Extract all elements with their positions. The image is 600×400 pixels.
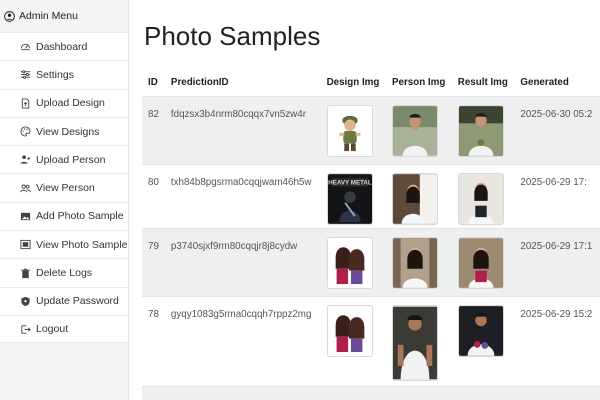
result-image[interactable]	[457, 236, 504, 289]
sidebar-item-label: Upload Design	[36, 97, 105, 110]
sidebar-item-delete-logs[interactable]: Delete Logs	[0, 258, 128, 287]
sidebar-item-view-photo-sample[interactable]: View Photo Sample	[0, 230, 128, 259]
file-upload-icon	[20, 98, 31, 109]
result-image[interactable]	[457, 304, 504, 357]
sidebar-item-dashboard[interactable]: Dashboard	[0, 32, 128, 61]
sidebar-item-label: View Designs	[36, 125, 100, 138]
sidebar: Admin Menu Dashboard Settings Upload Des…	[0, 0, 129, 400]
sidebar-item-label: View Person	[36, 182, 95, 195]
sidebar-header-label: Admin Menu	[19, 10, 78, 22]
dashboard-icon	[20, 41, 31, 52]
cell-id: 82	[148, 108, 159, 120]
cell-id: 78	[148, 308, 159, 320]
sidebar-header: Admin Menu	[0, 0, 128, 32]
page-title: Photo Samples	[144, 21, 321, 51]
cell-id: 80	[148, 176, 159, 188]
table-row: 78 gyqy1083g5rma0cqqh7rppz2mg 2025-06-29…	[142, 296, 600, 386]
sliders-icon	[20, 69, 31, 80]
design-image[interactable]	[326, 304, 373, 357]
result-image[interactable]	[457, 104, 504, 157]
sidebar-item-upload-person[interactable]: Upload Person	[0, 145, 128, 174]
table-header-row: ID PredictionID Design Img Person Img Re…	[142, 70, 600, 97]
table-row	[142, 386, 600, 400]
table-row: 79 p3740sjxf9rm80cqqjr8j8cydw 2025-06-29…	[142, 228, 600, 296]
person-image[interactable]	[391, 236, 438, 289]
column-header-generated: Generated	[514, 70, 600, 97]
column-header-id: ID	[142, 70, 165, 97]
image-add-icon	[20, 211, 31, 222]
column-header-result-img: Result Img	[451, 70, 515, 97]
table-row: 80 txh84b8pgsrma0cqqjwam46h5w HEAVY META…	[142, 164, 600, 228]
logout-icon	[20, 324, 31, 335]
sidebar-item-logout[interactable]: Logout	[0, 314, 128, 344]
sidebar-item-upload-design[interactable]: Upload Design	[0, 88, 128, 117]
sidebar-item-label: Delete Logs	[36, 267, 93, 280]
sidebar-item-label: Update Password	[36, 295, 119, 308]
image-view-icon	[20, 239, 31, 250]
sidebar-item-view-person[interactable]: View Person	[0, 173, 128, 202]
design-image[interactable]	[326, 104, 373, 157]
person-image[interactable]	[391, 104, 438, 157]
user-circle-icon	[4, 10, 15, 22]
person-image[interactable]	[391, 172, 438, 225]
column-header-design-img: Design Img	[320, 70, 386, 97]
cell-id: 79	[148, 240, 159, 252]
column-header-person-img: Person Img	[385, 70, 452, 97]
cell-generated: 2025-06-29 17:1	[520, 240, 593, 252]
sidebar-item-label: Logout	[36, 323, 69, 336]
cell-prediction-id: p3740sjxf9rm80cqqjr8j8cydw	[170, 240, 298, 252]
photo-samples-table: ID PredictionID Design Img Person Img Re…	[142, 70, 600, 400]
cell-generated: 2025-06-29 17:	[520, 176, 587, 188]
sidebar-item-settings[interactable]: Settings	[0, 60, 128, 89]
sidebar-item-add-photo-sample[interactable]: Add Photo Sample	[0, 201, 128, 231]
palette-icon	[20, 126, 31, 137]
sidebar-item-label: Settings	[36, 68, 74, 81]
cell-generated: 2025-06-30 05:2	[520, 108, 593, 120]
sidebar-item-label: Dashboard	[36, 40, 88, 53]
table-row: 82 fdqzsx3b4nrm80cqqx7vn5zw4r 2025-06-30…	[142, 96, 600, 164]
cell-generated: 2025-06-29 15:2	[520, 308, 593, 320]
design-image[interactable]: HEAVY METAL	[326, 172, 373, 225]
sidebar-item-update-password[interactable]: Update Password	[0, 286, 128, 315]
cell-prediction-id: gyqy1083g5rma0cqqh7rppz2mg	[170, 308, 312, 320]
result-image[interactable]	[457, 172, 504, 225]
sidebar-item-label: Add Photo Sample	[36, 210, 124, 223]
sidebar-item-view-designs[interactable]: View Designs	[0, 116, 128, 146]
column-header-prediction-id: PredictionID	[164, 70, 321, 97]
cell-prediction-id: txh84b8pgsrma0cqqjwam46h5w	[170, 176, 312, 188]
people-icon	[20, 183, 31, 194]
shield-icon	[20, 296, 31, 307]
sidebar-item-label: Upload Person	[36, 153, 106, 166]
main-content: Photo Samples ID PredictionID Design Img…	[130, 0, 600, 400]
trash-icon	[20, 268, 31, 279]
person-image[interactable]	[391, 304, 438, 381]
design-image[interactable]	[326, 236, 373, 289]
svg-text:HEAVY METAL: HEAVY METAL	[328, 179, 372, 186]
person-add-icon	[20, 154, 31, 165]
sidebar-item-label: View Photo Sample	[36, 238, 128, 251]
cell-prediction-id: fdqzsx3b4nrm80cqqx7vn5zw4r	[170, 108, 306, 120]
